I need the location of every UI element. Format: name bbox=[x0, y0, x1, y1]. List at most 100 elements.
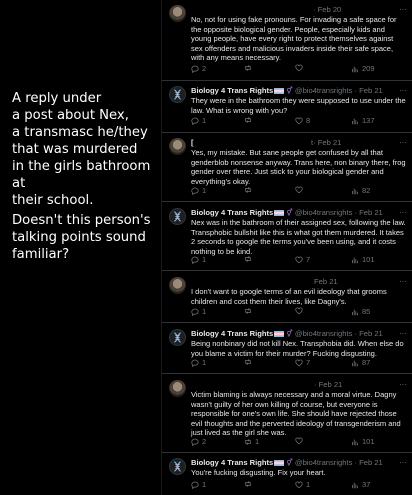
reply-icon bbox=[191, 117, 199, 125]
more-options-icon[interactable]: ··· bbox=[399, 208, 407, 217]
heart-icon bbox=[295, 64, 303, 72]
like-button[interactable]: 1 bbox=[295, 480, 310, 489]
reply-button[interactable]: 1 bbox=[191, 116, 206, 125]
avatar[interactable] bbox=[169, 138, 186, 155]
like-button[interactable] bbox=[295, 307, 306, 315]
tweet-text: You're fucking disgusting. Fix your hear… bbox=[191, 468, 326, 477]
more-options-icon[interactable]: ··· bbox=[399, 380, 407, 389]
avatar[interactable] bbox=[169, 380, 186, 397]
avatar[interactable] bbox=[169, 329, 186, 346]
retweet-button[interactable] bbox=[244, 64, 255, 72]
likes-count: 1 bbox=[306, 480, 311, 489]
tweet-divider bbox=[162, 270, 412, 271]
like-button[interactable] bbox=[295, 437, 306, 445]
caption-panel: A reply under a post about Nex, a transm… bbox=[0, 0, 161, 495]
tweet-date[interactable]: Feb 21 bbox=[314, 277, 338, 287]
views-count: 101 bbox=[362, 255, 375, 264]
retweet-icon bbox=[245, 117, 251, 123]
tweet-divider bbox=[162, 132, 412, 133]
trans-flag-icon bbox=[274, 210, 285, 216]
views-count: 137 bbox=[362, 116, 375, 125]
symbol-icon: ⚥ bbox=[286, 88, 293, 95]
handle-date[interactable]: @bio4transrights · Feb 21 bbox=[295, 458, 383, 467]
reply-button[interactable]: 1 bbox=[191, 307, 206, 316]
reply-button[interactable]: 1 bbox=[191, 186, 206, 195]
retweet-icon bbox=[245, 438, 251, 445]
avatar[interactable] bbox=[169, 208, 186, 225]
tweet-header: [ t· Feb 21 bbox=[191, 138, 341, 148]
like-button[interactable] bbox=[295, 186, 306, 194]
like-button[interactable]: 7 bbox=[295, 358, 310, 367]
views-icon bbox=[352, 482, 358, 488]
like-button[interactable]: 8 bbox=[295, 116, 310, 125]
reply-button[interactable]: 1 bbox=[191, 480, 206, 489]
retweet-button[interactable] bbox=[244, 255, 255, 263]
views-button[interactable]: 137 bbox=[351, 116, 375, 125]
views-button[interactable]: 101 bbox=[351, 255, 375, 264]
reply-button[interactable]: 2 bbox=[191, 64, 206, 73]
views-button[interactable]: 37 bbox=[351, 480, 370, 489]
display-name[interactable]: [ bbox=[191, 138, 194, 147]
reply-icon bbox=[191, 65, 199, 73]
views-count: 85 bbox=[362, 307, 371, 316]
reply-button[interactable]: 1 bbox=[191, 358, 206, 367]
trans-flag-icon bbox=[274, 460, 285, 466]
more-options-icon[interactable]: ··· bbox=[399, 138, 407, 147]
likes-count: 7 bbox=[306, 255, 311, 264]
more-options-icon[interactable]: ··· bbox=[399, 86, 407, 95]
retweet-icon bbox=[245, 359, 251, 365]
reply-icon bbox=[191, 308, 199, 316]
retweet-icon bbox=[245, 187, 251, 193]
retweets-count: 1 bbox=[255, 437, 260, 446]
reply-icon bbox=[191, 187, 199, 195]
views-count: 82 bbox=[362, 186, 371, 195]
retweet-button[interactable] bbox=[244, 307, 255, 315]
views-button[interactable]: 87 bbox=[351, 358, 370, 367]
more-options-icon[interactable]: ··· bbox=[399, 458, 407, 467]
display-name[interactable]: Biology 4 Trans Rights bbox=[191, 458, 273, 467]
display-name[interactable]: Biology 4 Trans Rights bbox=[191, 329, 273, 338]
tweet-text: Victim blaming is always necessary and a… bbox=[191, 390, 401, 438]
reply-button[interactable]: 2 bbox=[191, 437, 206, 446]
views-button[interactable]: 101 bbox=[351, 437, 375, 446]
tweet-date[interactable]: · Feb 20 bbox=[313, 5, 341, 15]
more-options-icon[interactable]: ··· bbox=[399, 329, 407, 338]
replies-count: 1 bbox=[202, 480, 207, 489]
tweet-date[interactable]: t· Feb 21 bbox=[311, 138, 341, 148]
reply-button[interactable]: 1 bbox=[191, 255, 206, 264]
like-button[interactable]: 7 bbox=[295, 255, 310, 264]
retweet-button[interactable] bbox=[244, 186, 255, 194]
handle-date[interactable]: @bio4transrights · Feb 21 bbox=[295, 208, 383, 217]
reply-icon bbox=[191, 359, 199, 367]
retweet-button[interactable] bbox=[244, 116, 255, 124]
views-icon bbox=[352, 360, 358, 366]
views-icon bbox=[352, 439, 358, 445]
replies-count: 1 bbox=[202, 307, 207, 316]
avatar[interactable] bbox=[169, 5, 186, 22]
retweet-button[interactable] bbox=[244, 480, 255, 488]
retweet-button[interactable]: 1 bbox=[244, 437, 259, 446]
heart-icon bbox=[295, 117, 303, 124]
tweet-text: Being nonbinary did not kill Nex. Transp… bbox=[191, 339, 404, 358]
views-button[interactable]: 209 bbox=[351, 64, 375, 73]
avatar[interactable] bbox=[169, 86, 186, 103]
display-name[interactable]: Biology 4 Trans Rights bbox=[191, 86, 273, 95]
replies-count: 1 bbox=[202, 186, 207, 195]
tweet-date[interactable]: · Feb 21 bbox=[314, 380, 342, 390]
handle-date[interactable]: @bio4transrights · Feb 21 bbox=[295, 329, 383, 338]
views-button[interactable]: 82 bbox=[351, 186, 370, 195]
views-button[interactable]: 85 bbox=[351, 307, 370, 316]
more-options-icon[interactable]: ··· bbox=[399, 5, 407, 14]
avatar[interactable] bbox=[169, 458, 186, 475]
reply-icon bbox=[191, 256, 199, 264]
tweet-divider bbox=[162, 373, 412, 374]
handle-date[interactable]: @bio4transrights · Feb 21 bbox=[295, 86, 383, 95]
avatar[interactable] bbox=[169, 277, 186, 294]
retweet-button[interactable] bbox=[244, 358, 255, 366]
display-name[interactable]: Biology 4 Trans Rights bbox=[191, 208, 273, 217]
more-options-icon[interactable]: ··· bbox=[399, 277, 407, 286]
tweet-divider bbox=[162, 201, 412, 202]
like-button[interactable] bbox=[295, 64, 306, 72]
likes-count: 7 bbox=[306, 358, 311, 367]
tweet-text: Nex was in the bathroom of their assigne… bbox=[191, 218, 406, 256]
